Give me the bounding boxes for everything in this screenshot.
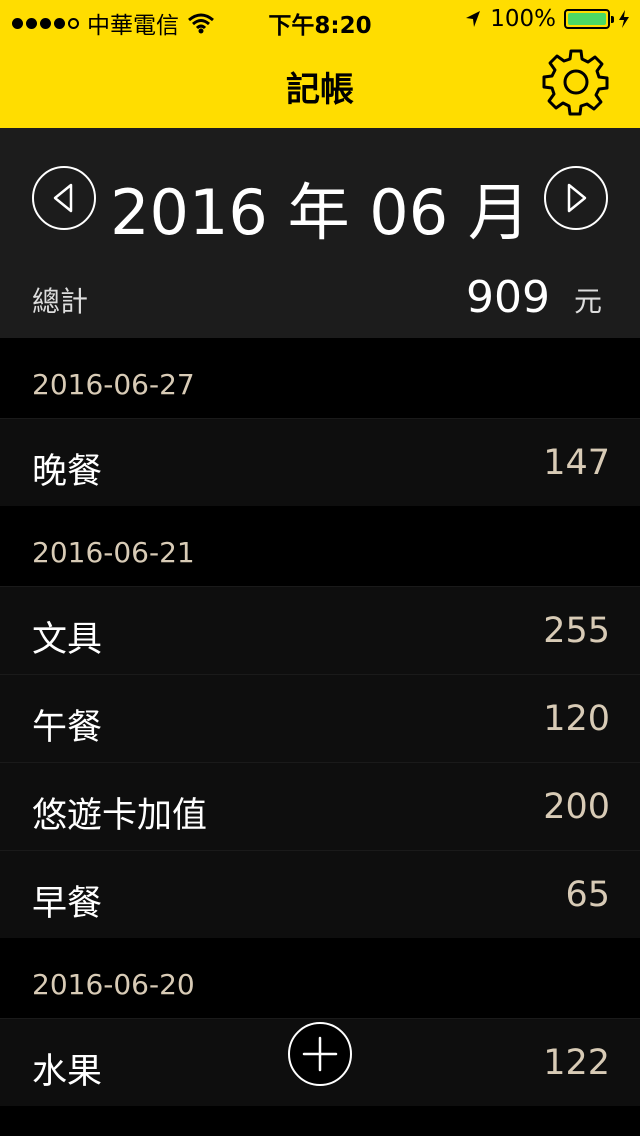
expense-name: 文具 — [32, 620, 103, 660]
total-label: 總計 — [32, 285, 89, 318]
expense-name: 早餐 — [32, 884, 103, 924]
date-label: 2016-06-21 — [32, 536, 195, 569]
expense-amount: 255 — [543, 611, 610, 651]
expense-name: 水果 — [32, 1052, 103, 1092]
expense-amount: 65 — [565, 875, 610, 915]
gear-icon[interactable] — [542, 48, 610, 116]
date-header: 2016-06-21 — [0, 506, 640, 586]
date-header: 2016-06-27 — [0, 338, 640, 418]
month-label: 2016 年 06 月 — [110, 176, 530, 249]
expense-amount: 200 — [543, 787, 610, 827]
expense-amount: 120 — [543, 699, 610, 739]
header-bar: 中華電信 下午8:20 100% 記帳 — [0, 0, 640, 128]
expense-row[interactable]: 早餐 65 — [0, 850, 640, 938]
plus-icon — [302, 1036, 338, 1072]
charging-bolt-icon — [619, 10, 629, 28]
triangle-right-icon — [567, 183, 587, 213]
expense-name: 晚餐 — [32, 452, 103, 492]
expense-name: 悠遊卡加值 — [32, 796, 208, 836]
expense-row[interactable]: 悠遊卡加值 200 — [0, 762, 640, 850]
expense-amount: 122 — [543, 1043, 610, 1083]
total-value: 909 — [466, 272, 550, 323]
prev-month-button[interactable] — [32, 166, 96, 230]
status-bar: 中華電信 下午8:20 100% — [0, 0, 640, 40]
date-label: 2016-06-20 — [32, 968, 195, 1001]
next-month-button[interactable] — [544, 166, 608, 230]
expense-name: 午餐 — [32, 708, 103, 748]
add-expense-button[interactable] — [288, 1022, 352, 1086]
status-right: 100% — [464, 6, 630, 32]
battery-icon — [564, 9, 614, 29]
expense-row[interactable]: 文具 255 — [0, 586, 640, 674]
expense-row[interactable]: 午餐 120 — [0, 674, 640, 762]
month-panel: 2016 年 06 月 總計 909 元 — [0, 128, 640, 338]
location-arrow-icon — [466, 11, 481, 27]
battery-percent: 100% — [490, 6, 556, 32]
date-label: 2016-06-27 — [32, 368, 195, 401]
triangle-left-icon — [53, 183, 73, 213]
expense-row[interactable]: 晚餐 147 — [0, 418, 640, 506]
expense-list: 2016-06-27 晚餐 147 2016-06-21 文具 255 午餐 1… — [0, 338, 640, 1106]
total-unit: 元 — [573, 285, 602, 318]
expense-amount: 147 — [543, 443, 610, 483]
date-header: 2016-06-20 — [0, 938, 640, 1018]
